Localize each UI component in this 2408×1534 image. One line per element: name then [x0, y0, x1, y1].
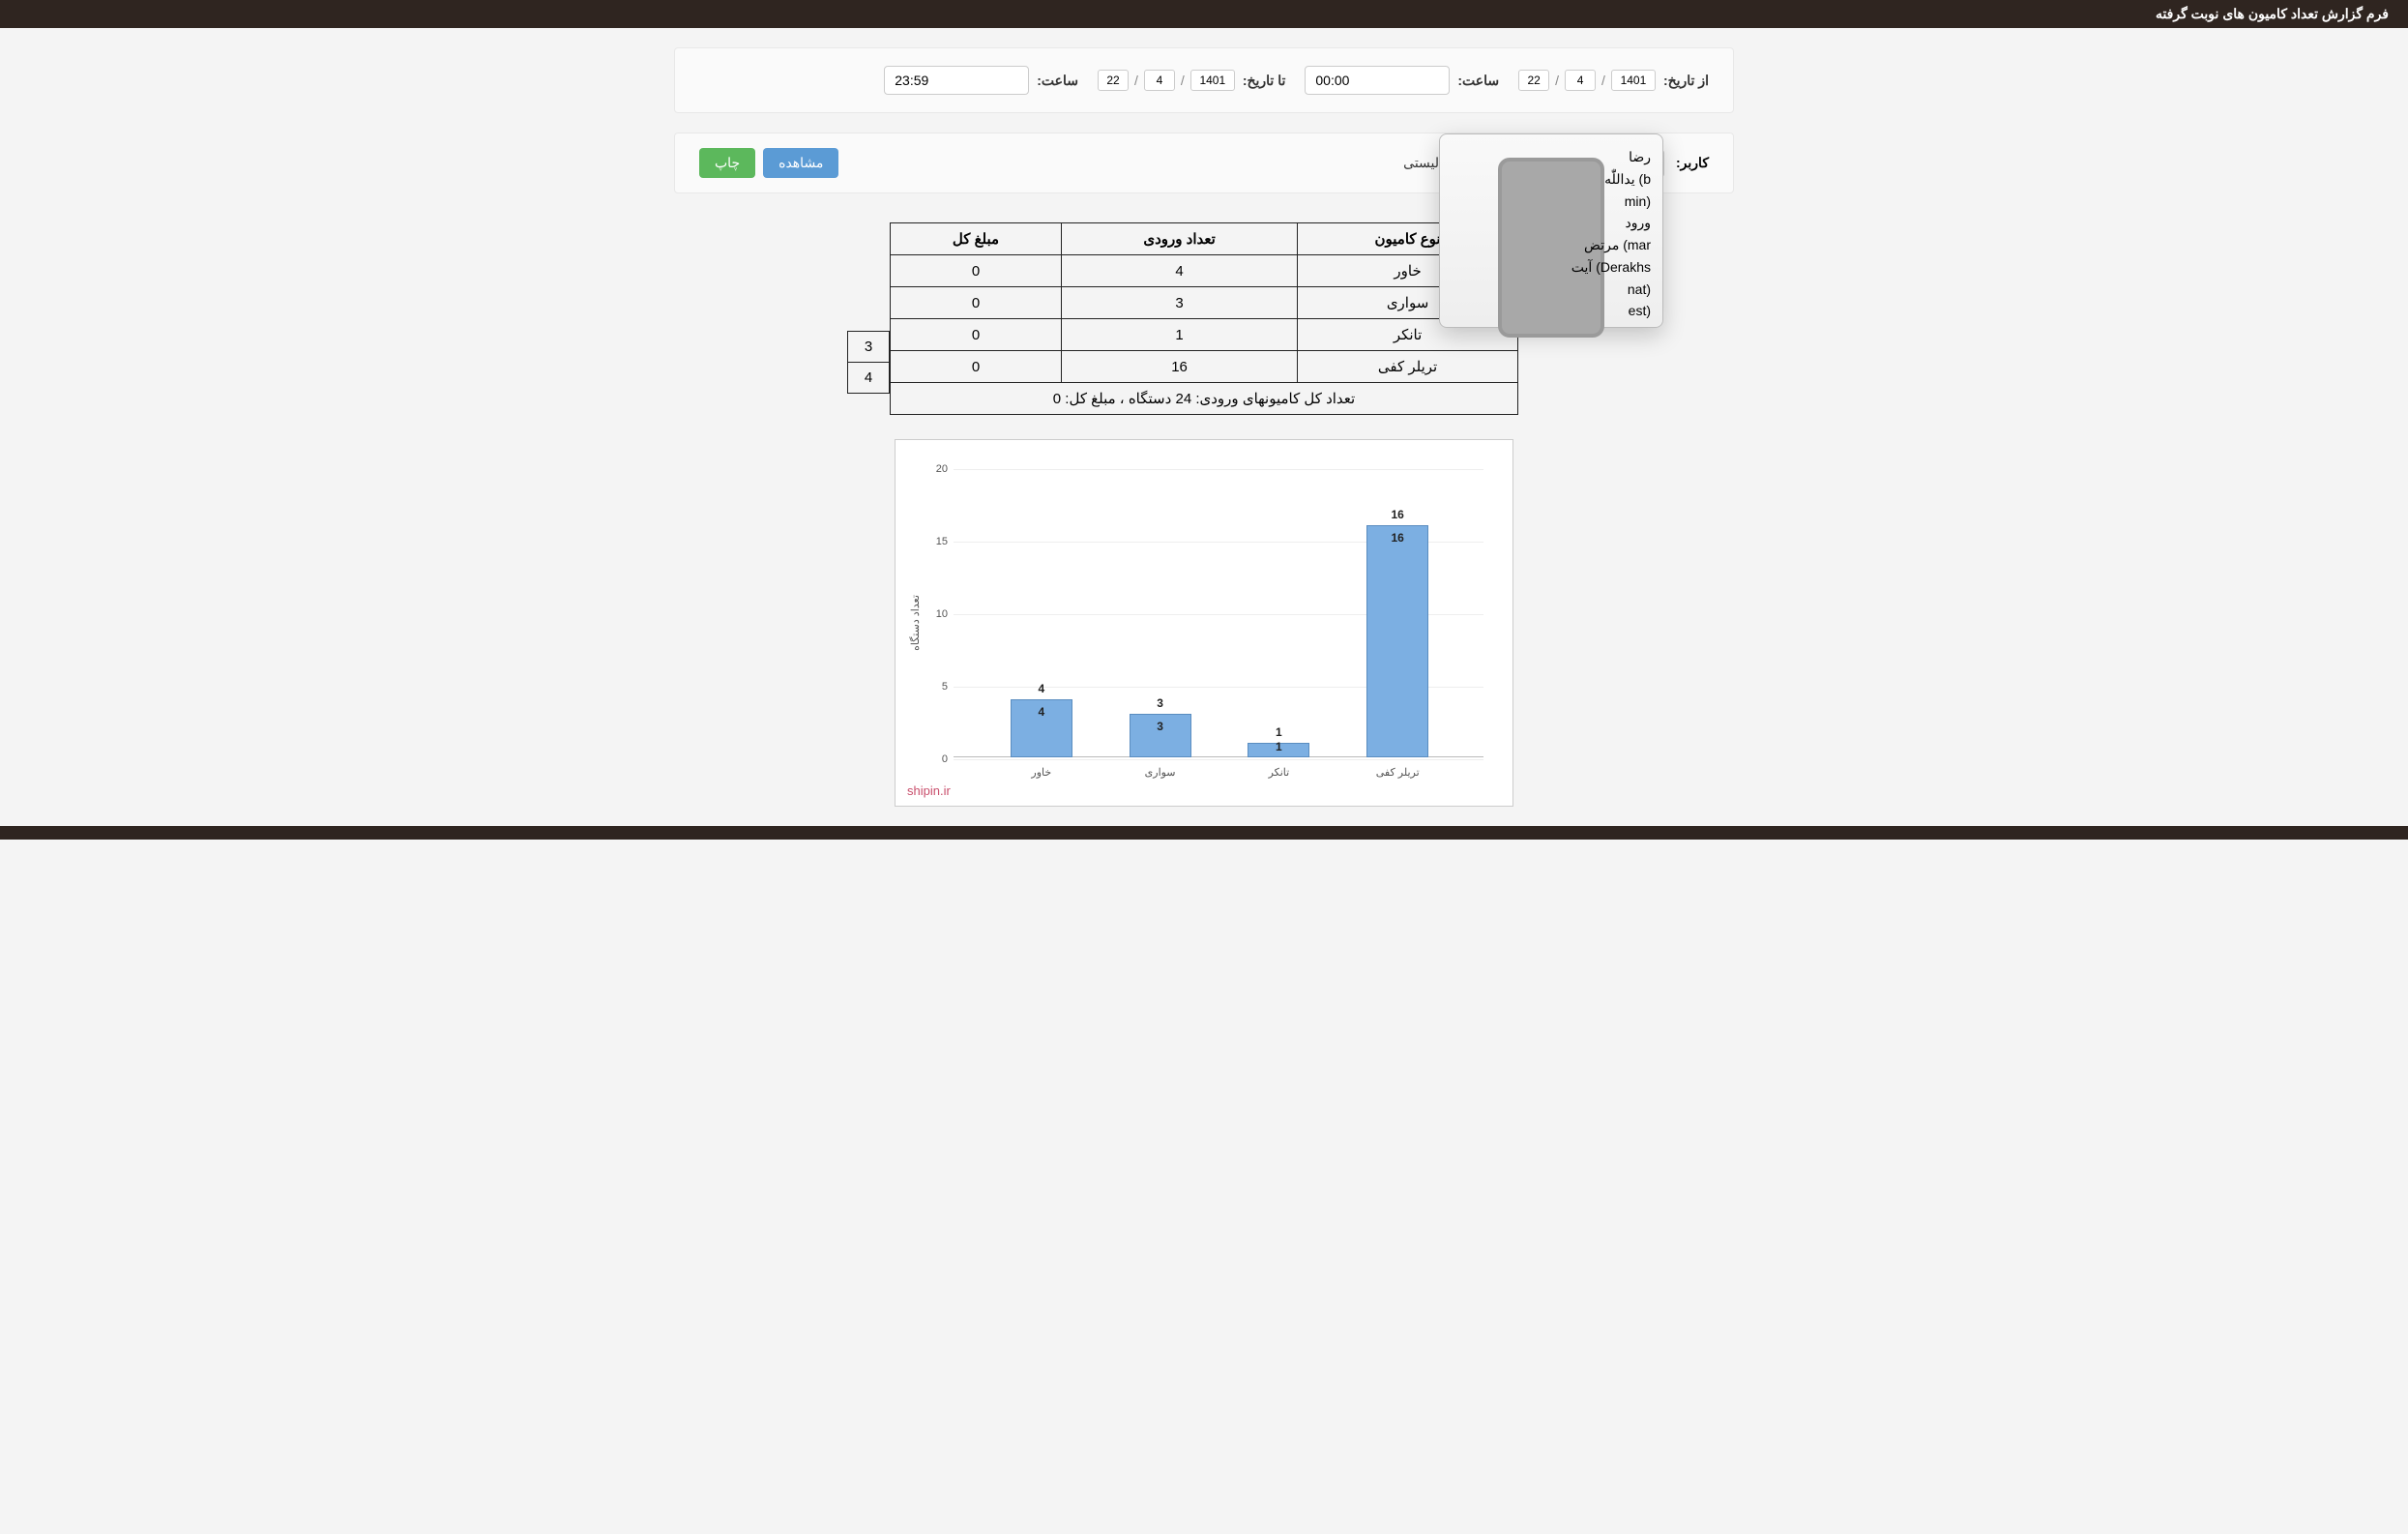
- table-row: تریلر کفی160: [891, 351, 1518, 383]
- chart-xcategory: تانکر: [1248, 766, 1309, 779]
- table-header: تعداد ورودی: [1062, 223, 1298, 255]
- user-dropdown-item[interactable]: رضا: [1440, 146, 1662, 168]
- chart-xcategory: سواری: [1130, 766, 1191, 779]
- to-date-day[interactable]: [1098, 70, 1129, 91]
- user-dropdown-item[interactable]: min): [1440, 191, 1662, 212]
- chart-ytick: 15: [925, 536, 948, 547]
- from-date-day[interactable]: [1518, 70, 1549, 91]
- chart: تعداد دستگاه 0510152044خاور33سواری11تانک…: [895, 439, 1513, 807]
- user-dropdown-item[interactable]: nat): [1440, 279, 1662, 300]
- table-header: مبلغ کل: [891, 223, 1062, 255]
- to-date-month[interactable]: [1144, 70, 1175, 91]
- footer-bar: [0, 826, 2408, 840]
- extra-column-fragment: 34: [847, 331, 890, 394]
- table-row: سواری30: [891, 287, 1518, 319]
- table-footer: تعداد کل کامیونهای ورودی: 24 دستگاه ، مب…: [891, 383, 1518, 415]
- action-panel: کاربر: ش لیستی مشاهده چاپ رضایداللّٰه (b…: [674, 133, 1734, 193]
- table-row: خاور40: [891, 255, 1518, 287]
- view-button[interactable]: مشاهده: [763, 148, 838, 178]
- chart-xcategory: تریلر کفی: [1366, 766, 1428, 779]
- from-time-label: ساعت:: [1457, 73, 1499, 89]
- chart-bar-label: 3: [1130, 696, 1191, 710]
- user-label: کاربر:: [1676, 155, 1709, 171]
- chart-bar-label: 1: [1248, 725, 1309, 739]
- user-dropdown-popup: رضایداللّٰه (bmin)ورودمرتض (marآیت (Dera…: [1439, 133, 1663, 328]
- chart-bar-label: 16: [1366, 508, 1428, 521]
- from-date-label: از تاریخ:: [1663, 73, 1709, 89]
- to-time-label: ساعت:: [1037, 73, 1078, 89]
- user-dropdown-item[interactable]: یداللّٰه (b: [1440, 168, 1662, 191]
- user-dropdown-item[interactable]: est): [1440, 300, 1662, 321]
- to-date-year[interactable]: [1190, 70, 1235, 91]
- watermark: shipin.ir: [907, 783, 951, 798]
- to-date-label: تا تاریخ:: [1243, 73, 1286, 89]
- chart-bar: [1366, 525, 1428, 757]
- from-date-picker[interactable]: / /: [1518, 70, 1656, 91]
- print-button[interactable]: چاپ: [699, 148, 755, 178]
- from-time-input[interactable]: [1305, 66, 1450, 95]
- table-row: تانکر10: [891, 319, 1518, 351]
- from-date-month[interactable]: [1565, 70, 1596, 91]
- report-table: نوع کامیونتعداد ورودیمبلغ کل خاور40سواری…: [890, 222, 1518, 415]
- chart-ylabel: تعداد دستگاه: [909, 595, 922, 651]
- chart-xcategory: خاور: [1011, 766, 1072, 779]
- user-dropdown-item[interactable]: آیت (Derakhs: [1440, 256, 1662, 279]
- date-filter-panel: از تاریخ: / / ساعت: تا تاریخ: / / ساعت:: [674, 47, 1734, 113]
- chart-ytick: 10: [925, 608, 948, 620]
- from-date-year[interactable]: [1611, 70, 1656, 91]
- chart-ytick: 0: [925, 753, 948, 765]
- chart-ytick: 5: [925, 681, 948, 693]
- user-dropdown-item[interactable]: مرتض (mar: [1440, 234, 1662, 256]
- user-dropdown-item[interactable]: ورود: [1440, 212, 1662, 234]
- to-time-input[interactable]: [884, 66, 1029, 95]
- to-date-picker[interactable]: / /: [1098, 70, 1235, 91]
- chart-bar-label: 4: [1011, 682, 1072, 695]
- chart-ytick: 20: [925, 463, 948, 475]
- page-title: فرم گزارش تعداد کامیون های نوبت گرفته: [0, 0, 2408, 28]
